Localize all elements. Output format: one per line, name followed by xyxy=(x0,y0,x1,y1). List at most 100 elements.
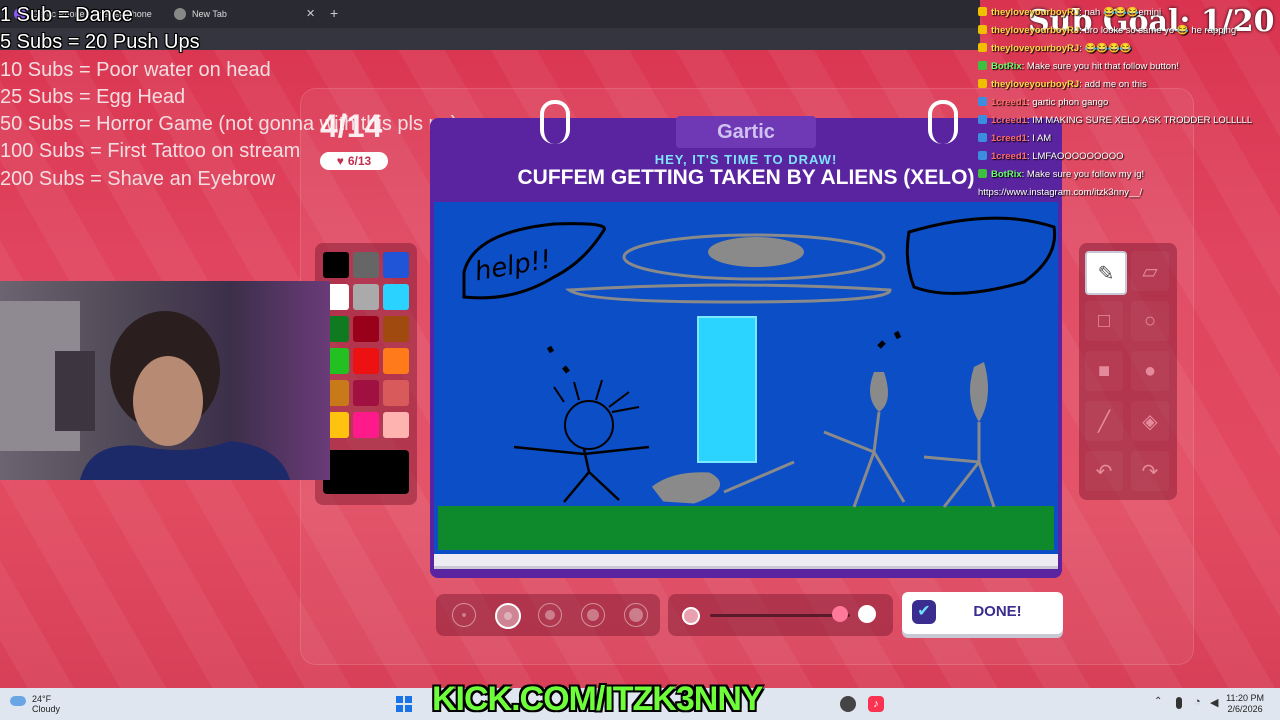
color-swatch[interactable] xyxy=(383,316,409,342)
undo-icon: ↶ xyxy=(1095,460,1113,483)
ufo-dome xyxy=(708,237,804,267)
chat-message: theyloveyourboyRJ: 😂😂😂😂 xyxy=(978,40,1280,58)
chat-message: theyloveyourboyRJ: add me on this xyxy=(978,76,1280,94)
temperature: 24°F xyxy=(32,694,52,704)
sub-goal-item: 1 Sub = Dance xyxy=(0,4,133,26)
opacity-min-icon xyxy=(682,607,700,625)
brush-dot-icon xyxy=(587,609,599,621)
chat-message: theyloveyourboyRJ: bro looks so same yo … xyxy=(978,22,1280,40)
rect-outline-tool-button[interactable]: □ xyxy=(1085,301,1123,341)
circle-filled-icon: ● xyxy=(1143,359,1157,382)
chat-username: 1creed1 xyxy=(991,151,1027,162)
line-icon: ╱ xyxy=(1097,410,1111,433)
ufo-rim xyxy=(565,283,892,304)
chrome-icon[interactable] xyxy=(840,696,856,712)
color-swatch[interactable] xyxy=(353,316,379,342)
chat-username: BotRix xyxy=(991,61,1022,72)
opacity-max-icon xyxy=(858,605,876,623)
chat-text: : nah 😂😂😂emini xyxy=(1079,7,1162,18)
color-swatch[interactable] xyxy=(383,252,409,278)
eraser-tool-button[interactable]: ▱ xyxy=(1131,251,1169,291)
undo-tool-button[interactable]: ↶ xyxy=(1085,451,1123,491)
circle-outline-icon: ○ xyxy=(1143,309,1157,332)
slider-thumb[interactable] xyxy=(832,606,848,622)
clock-time: 11:20 PM xyxy=(1226,693,1264,703)
brush-dot-icon xyxy=(545,610,555,620)
chat-username: theyloveyourboyRJ xyxy=(991,43,1080,54)
chat-username: 1creed1 xyxy=(991,133,1027,144)
color-swatch[interactable] xyxy=(353,412,379,438)
done-button[interactable]: ✔ DONE! xyxy=(902,592,1063,634)
brush-dot-icon xyxy=(462,613,466,617)
chat-text: : IM MAKING SURE XELO ASK TRODDER LOLLLL… xyxy=(1026,115,1253,126)
color-swatch[interactable] xyxy=(323,252,349,278)
chat-username: 1creed1 xyxy=(991,115,1027,126)
chat-message: theyloveyourboyRJ: nah 😂😂😂emini xyxy=(978,4,1280,22)
windows-start-icon[interactable] xyxy=(396,696,412,712)
color-swatch[interactable] xyxy=(383,380,409,406)
brush-dot-icon xyxy=(504,612,512,620)
jacket xyxy=(80,441,290,480)
color-swatch[interactable] xyxy=(383,284,409,310)
canvas-drawing: help!! xyxy=(438,216,1057,550)
brush-size-option[interactable] xyxy=(452,603,476,627)
opacity-slider[interactable] xyxy=(668,594,893,636)
chat-badge-icon xyxy=(978,7,987,16)
chat-text: : I AM xyxy=(1026,133,1052,144)
color-swatch[interactable] xyxy=(383,412,409,438)
slider-track[interactable] xyxy=(710,614,850,617)
chat-message: BotRix: Make sure you follow my ig! xyxy=(978,166,1280,184)
chat-username: 1creed1 xyxy=(991,97,1027,108)
webcam-feed xyxy=(0,281,330,480)
music-app-icon[interactable]: ♪ xyxy=(868,696,884,712)
rect-outline-icon: □ xyxy=(1097,309,1111,332)
alien-bodies xyxy=(823,411,996,508)
rect-filled-tool-button[interactable]: ■ xyxy=(1085,351,1123,391)
gray-blob xyxy=(651,460,795,504)
chat-badge-icon xyxy=(978,79,987,88)
cloud-icon xyxy=(10,696,26,706)
fill-bucket-tool-button[interactable]: ◈ xyxy=(1131,401,1169,441)
hanging-jacket xyxy=(55,351,95,431)
eraser-icon: ▱ xyxy=(1142,260,1158,283)
chat-message: 1creed1: I AM xyxy=(978,130,1280,148)
sub-goal-item: 10 Subs = Poor water on head xyxy=(0,58,271,81)
system-clock[interactable]: 11:20 PM 2/6/2026 xyxy=(1226,693,1264,715)
kick-channel-overlay: KICK.COM/ITZK3NNY xyxy=(432,680,764,718)
redo-tool-button[interactable]: ↷ xyxy=(1131,451,1169,491)
face xyxy=(133,356,203,446)
drawing-canvas[interactable]: help!! xyxy=(434,202,1058,554)
pencil-tool-button[interactable]: ✎ xyxy=(1085,251,1127,295)
volume-icon[interactable]: ◀ xyxy=(1210,696,1218,709)
tractor-beam xyxy=(697,316,757,463)
pencil-icon: ✎ xyxy=(1097,262,1115,285)
chat-text: https://www.instagram.com/itzk3nny__/ xyxy=(978,187,1143,198)
draw-instruction: HEY, IT'S TIME TO DRAW! xyxy=(654,152,838,167)
color-swatch[interactable] xyxy=(353,348,379,374)
brush-size-option[interactable] xyxy=(495,603,521,629)
circle-outline-tool-button[interactable]: ○ xyxy=(1131,301,1169,341)
chat-text: : 😂😂😂😂 xyxy=(1079,43,1132,54)
tray-chevron-icon[interactable]: ⌃ xyxy=(1154,696,1162,707)
clock-date: 2/6/2026 xyxy=(1227,704,1263,714)
chat-message: BotRix: Make sure you hit that follow bu… xyxy=(978,58,1280,76)
wifi-icon[interactable]: ◔ xyxy=(1194,696,1201,708)
brush-size-option[interactable] xyxy=(581,603,605,627)
chat-badge-icon xyxy=(978,25,987,34)
color-swatch[interactable] xyxy=(353,284,379,310)
color-swatch[interactable] xyxy=(353,380,379,406)
color-swatch[interactable] xyxy=(383,348,409,374)
microphone-icon[interactable] xyxy=(1176,697,1182,709)
help-text: help!! xyxy=(473,244,554,287)
brush-size-option[interactable] xyxy=(538,603,562,627)
circle-filled-tool-button[interactable]: ● xyxy=(1131,351,1169,391)
chat-overlay: theyloveyourboyRJ: nah 😂😂😂emini theylovey… xyxy=(978,4,1280,202)
weather-condition: Cloudy xyxy=(32,704,61,714)
line-tool-button[interactable]: ╱ xyxy=(1085,401,1123,441)
chat-username: theyloveyourboyRJ xyxy=(991,79,1080,90)
weather-widget[interactable]: 24°F Cloudy xyxy=(10,694,60,714)
chat-badge-icon xyxy=(978,169,987,178)
players-badge: ♥ 6/13 xyxy=(320,152,388,170)
brush-size-option[interactable] xyxy=(624,603,648,627)
color-swatch[interactable] xyxy=(353,252,379,278)
